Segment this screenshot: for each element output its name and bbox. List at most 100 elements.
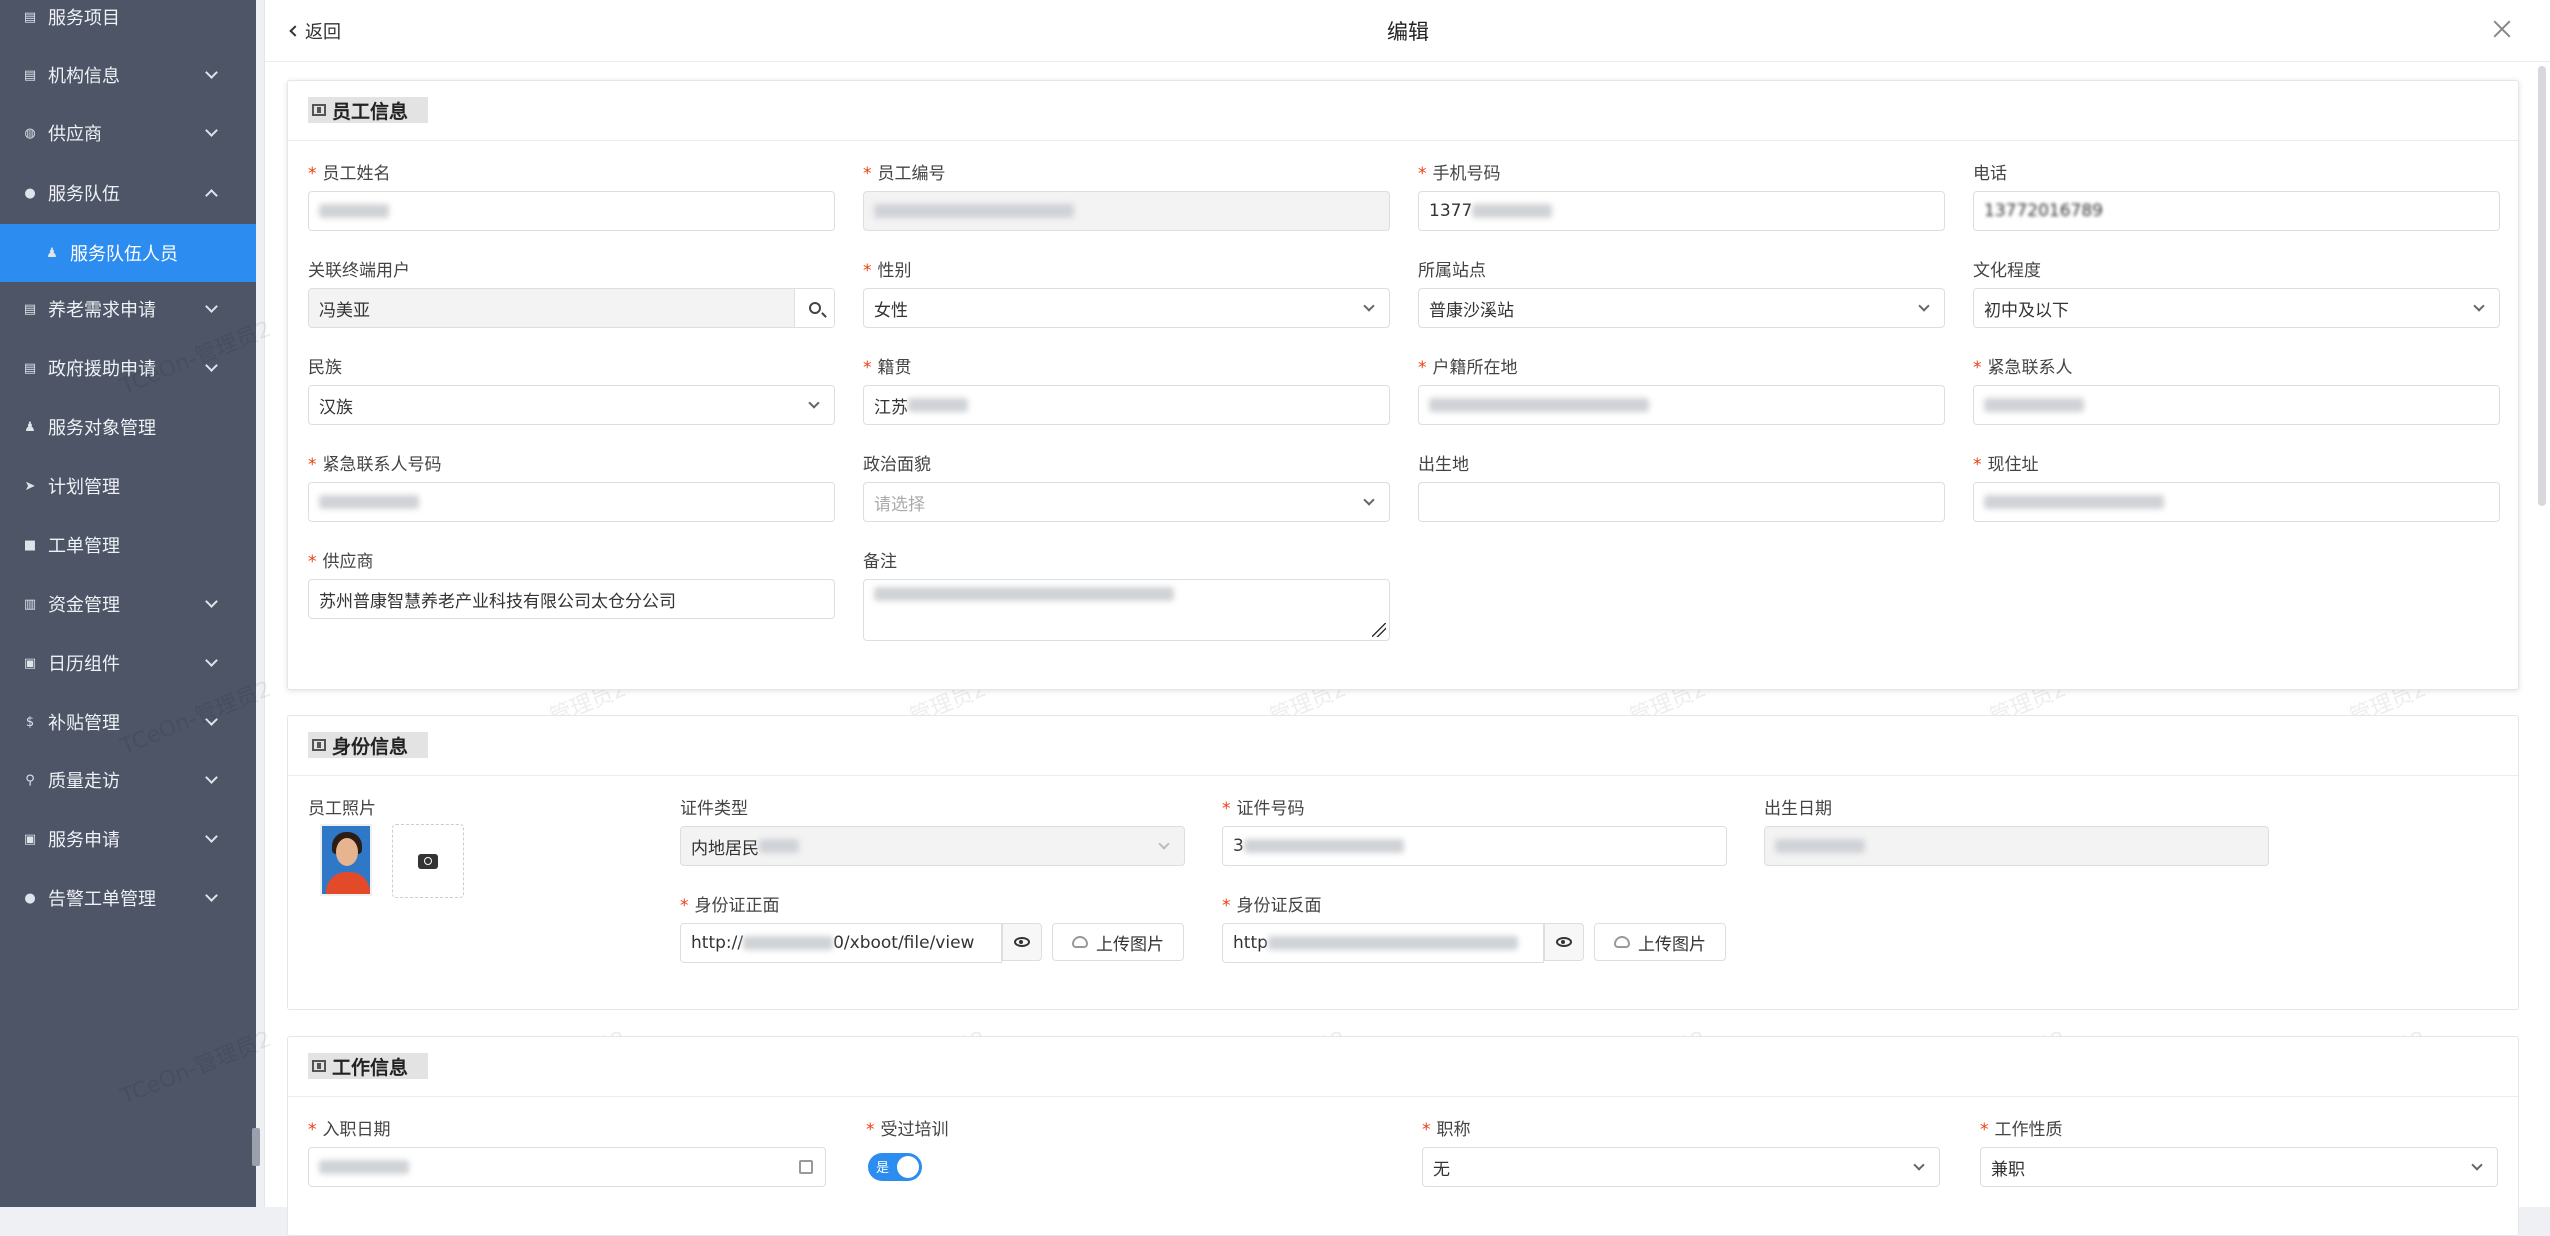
- sidebar-item-calendar[interactable]: ▣ 日历组件: [0, 636, 256, 690]
- station-value: 普康沙溪站: [1429, 300, 1514, 321]
- phone-input[interactable]: 13772016789: [1973, 191, 2500, 231]
- station-label: 所属站点: [1418, 261, 1486, 281]
- search-button[interactable]: [794, 289, 834, 327]
- id-back-url-input[interactable]: http: [1222, 923, 1544, 963]
- sidebar-item-label: 日历组件: [48, 654, 120, 675]
- id-back-upload-button[interactable]: 上传图片: [1594, 923, 1726, 961]
- mobile-input[interactable]: 1377: [1418, 191, 1945, 231]
- trained-toggle[interactable]: 是: [868, 1153, 922, 1181]
- sidebar-item-supplier[interactable]: ◍ 供应商: [0, 106, 256, 160]
- employee-name-input[interactable]: [308, 191, 835, 231]
- chevron-down-icon: [1158, 838, 1170, 850]
- emergency-phone-input[interactable]: [308, 482, 835, 522]
- walk-icon: ⚲: [25, 772, 35, 788]
- supplier-input[interactable]: 苏州普康智慧养老产业科技有限公司太仓分公司: [308, 579, 835, 619]
- work-nature-select[interactable]: 兼职: [1980, 1147, 2498, 1187]
- remark-textarea[interactable]: [863, 579, 1390, 641]
- chevron-down-icon: [1363, 494, 1375, 506]
- supplier-label: 供应商: [308, 547, 374, 572]
- chevron-down-icon: [205, 713, 218, 726]
- sidebar-item-alert-order[interactable]: ● 告警工单管理: [0, 871, 256, 925]
- sidebar-item-service-team-member[interactable]: ♟ 服务队伍人员: [0, 224, 256, 282]
- native-place-label: 籍贯: [863, 353, 912, 378]
- alert-icon: ●: [24, 890, 36, 906]
- sidebar-item-service-project[interactable]: ▤ 服务项目: [0, 0, 256, 44]
- id-number-value: 3: [1233, 836, 1244, 856]
- remark-label: 备注: [863, 552, 897, 572]
- emergency-contact-input[interactable]: [1973, 385, 2500, 425]
- gender-value: 女性: [874, 300, 908, 321]
- birthplace-input[interactable]: [1418, 482, 1945, 522]
- gender-label: 性别: [863, 256, 912, 281]
- station-select[interactable]: 普康沙溪站: [1418, 288, 1945, 328]
- sidebar-item-fund[interactable]: ▥ 资金管理: [0, 577, 256, 631]
- job-title-select[interactable]: 无: [1422, 1147, 1940, 1187]
- calendar-icon: [799, 1160, 813, 1174]
- politics-select[interactable]: 请选择: [863, 482, 1390, 522]
- upload-icon: [1072, 936, 1088, 948]
- resize-handle-icon[interactable]: [1372, 623, 1386, 637]
- trained-label: 受过培训: [866, 1115, 949, 1140]
- sidebar-scrollbar[interactable]: [252, 1128, 260, 1166]
- person-icon: ♟: [46, 245, 58, 261]
- doc-icon: ▤: [23, 9, 37, 25]
- sidebar-item-service-team[interactable]: ● 服务队伍: [0, 166, 256, 220]
- sidebar-item-work-order[interactable]: ■ 工单管理: [0, 518, 256, 572]
- sidebar-item-label: 机构信息: [48, 66, 120, 87]
- terminal-user-value: 冯美亚: [319, 300, 370, 321]
- birthplace-label: 出生地: [1418, 455, 1469, 475]
- sidebar-item-plan[interactable]: ➤ 计划管理: [0, 459, 256, 513]
- sidebar-item-label: 服务项目: [48, 8, 120, 29]
- id-type-label: 证件类型: [680, 799, 748, 819]
- id-back-preview-button[interactable]: [1544, 923, 1584, 961]
- chevron-up-icon: [205, 189, 218, 202]
- native-place-value: 江苏: [874, 397, 908, 418]
- native-place-input[interactable]: 江苏: [863, 385, 1390, 425]
- id-front-upload-button[interactable]: 上传图片: [1052, 923, 1184, 961]
- sidebar-item-gov-aid[interactable]: ▤ 政府援助申请: [0, 341, 256, 395]
- phone-value: 13772016789: [1984, 201, 2103, 221]
- sidebar-item-elderly-demand[interactable]: ▤ 养老需求申请: [0, 282, 256, 336]
- sidebar-item-org-info[interactable]: ▤ 机构信息: [0, 48, 256, 102]
- nation-select[interactable]: 汉族: [308, 385, 835, 425]
- id-front-label: 身份证正面: [680, 891, 780, 916]
- sidebar-item-service-apply[interactable]: ▣ 服务申请: [0, 812, 256, 866]
- chevron-down-icon: [2471, 1159, 2483, 1171]
- card-header: 身份信息: [288, 716, 2518, 776]
- doc-icon: ▤: [23, 67, 37, 83]
- search-icon: [808, 302, 821, 314]
- entry-date-input[interactable]: [308, 1147, 826, 1187]
- id-number-input[interactable]: 3: [1222, 826, 1727, 866]
- photo-upload-button[interactable]: [392, 824, 464, 898]
- work-nature-label: 工作性质: [1980, 1115, 2063, 1140]
- sidebar-item-label: 服务队伍: [48, 184, 120, 205]
- sidebar-item-service-object[interactable]: ♟ 服务对象管理: [0, 400, 256, 454]
- education-label: 文化程度: [1973, 261, 2041, 281]
- work-info-card: 工作信息 入职日期 受过培训 是 职称 无 工作性质 兼职: [287, 1036, 2519, 1236]
- terminal-user-input[interactable]: 冯美亚: [308, 288, 835, 328]
- id-front-preview-button[interactable]: [1002, 923, 1042, 961]
- sidebar-item-label: 补贴管理: [48, 713, 120, 734]
- id-front-url-path: 0/xboot/file/view: [833, 933, 975, 953]
- upload-label: 上传图片: [1096, 934, 1164, 955]
- toggle-label: 是: [876, 1161, 890, 1176]
- address-input[interactable]: [1973, 482, 2500, 522]
- team-icon: ●: [24, 185, 36, 201]
- education-select[interactable]: 初中及以下: [1973, 288, 2500, 328]
- close-icon[interactable]: [2491, 18, 2513, 40]
- toggle-knob: [897, 1156, 919, 1178]
- emergency-phone-label: 紧急联系人号码: [308, 450, 442, 475]
- main-scrollbar[interactable]: [2538, 66, 2546, 506]
- gender-select[interactable]: 女性: [863, 288, 1390, 328]
- modal-title: 编辑: [1387, 20, 1429, 44]
- politics-placeholder: 请选择: [874, 494, 925, 515]
- id-front-url-input[interactable]: http:// 0/xboot/file/view: [680, 923, 1002, 963]
- card-header: 员工信息: [288, 81, 2518, 141]
- sidebar-item-quality-visit[interactable]: ⚲ 质量走访: [0, 753, 256, 807]
- sidebar-item-subsidy[interactable]: $ 补贴管理: [0, 695, 256, 749]
- hukou-input[interactable]: [1418, 385, 1945, 425]
- id-type-select: 内地居民: [680, 826, 1185, 866]
- chevron-down-icon: [205, 654, 218, 667]
- employee-photo[interactable]: [320, 824, 372, 896]
- doc-icon: ▤: [23, 360, 37, 376]
